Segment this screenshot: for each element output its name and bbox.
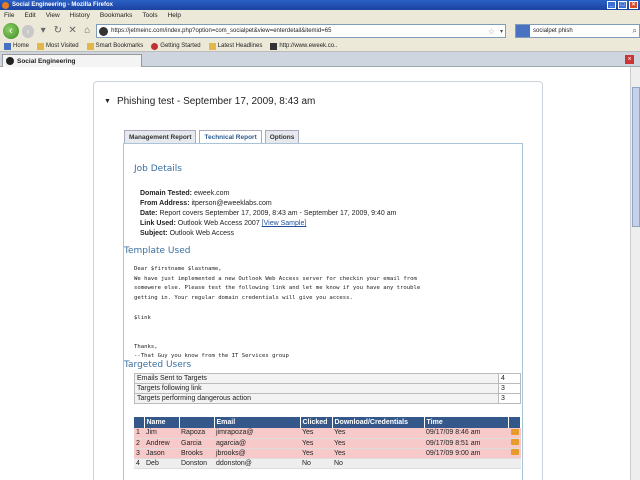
home-icon[interactable]: ⌂ xyxy=(81,25,93,37)
scrollbar-thumb[interactable] xyxy=(632,87,640,227)
col-time[interactable]: Time xyxy=(424,417,509,428)
folder-icon xyxy=(37,42,45,50)
url-bar[interactable]: https://jetmeinc.com/index.php?option=co… xyxy=(96,24,507,38)
summary-row: Targets following link 3 xyxy=(134,383,521,394)
bookmark-latest-headlines[interactable]: Latest Headlines xyxy=(208,42,262,50)
warning-icon[interactable] xyxy=(510,439,519,445)
summary-row: Emails Sent to Targets 4 xyxy=(134,373,521,384)
reload-icon[interactable]: ↻ xyxy=(52,25,64,37)
col-email[interactable]: Email xyxy=(214,417,301,428)
col-flag xyxy=(508,417,521,428)
firefox-icon xyxy=(2,1,9,9)
folder-icon xyxy=(86,42,94,50)
table-row[interactable]: 2 Andrew Garcia agarcia@ Yes Yes 09/17/0… xyxy=(134,438,521,449)
window-title: Social Engineering - Mozilla Firefox xyxy=(12,2,114,8)
url-dropdown-icon[interactable]: ▾ xyxy=(500,28,503,35)
targeted-users-heading: Targeted Users xyxy=(124,360,192,370)
report-panel: ▼ Phishing test - September 17, 2009, 8:… xyxy=(93,81,543,480)
report-date: Date: Report covers September 17, 2009, … xyxy=(140,210,397,217)
history-dropdown-icon[interactable]: ▾ xyxy=(37,25,49,37)
warning-icon[interactable] xyxy=(510,449,519,455)
bookmark-getting-started[interactable]: Getting Started xyxy=(151,42,201,50)
report-tabs: Management Report Technical Report Optio… xyxy=(124,130,300,144)
firefox-bookmark-icon xyxy=(151,42,159,50)
menu-file[interactable]: File xyxy=(4,12,14,19)
template-heading: Template Used xyxy=(124,246,191,256)
bookmarks-toolbar: Home Most Visited Smart Bookmarks Gettin… xyxy=(0,41,640,52)
page-bookmark-icon xyxy=(270,42,278,50)
table-row[interactable]: 3 Jason Brooks jbrooks@ Yes Yes 09/17/09… xyxy=(134,448,521,459)
search-input[interactable]: socialpet phish ⌕ xyxy=(515,24,640,38)
minimize-button[interactable]: _ xyxy=(607,1,616,9)
bookmark-home[interactable]: Home xyxy=(4,42,29,50)
warning-icon[interactable] xyxy=(510,428,519,435)
job-details: Domain Tested: eweek.com From Address: i… xyxy=(140,189,396,239)
template-body: Dear $firstname $lastname, We have just … xyxy=(134,266,421,360)
col-num xyxy=(134,417,145,428)
menu-view[interactable]: View xyxy=(46,12,60,19)
window-titlebar: Social Engineering - Mozilla Firefox _ □… xyxy=(0,0,640,10)
site-favicon xyxy=(99,26,109,36)
menu-help[interactable]: Help xyxy=(168,12,181,19)
tab-technical-report[interactable]: Technical Report xyxy=(199,130,262,144)
collapse-caret-icon[interactable]: ▼ xyxy=(104,98,111,105)
view-sample-link[interactable]: [View Sample] xyxy=(262,220,307,227)
users-header-row: Name Email Clicked Download/Credentials … xyxy=(134,417,521,428)
bookmark-star-icon[interactable]: ☆ xyxy=(488,27,495,36)
menu-history[interactable]: History xyxy=(70,12,90,19)
navigation-toolbar: ‹ › ▾ ↻ ✕ ⌂ https://jetmeinc.com/index.p… xyxy=(0,21,640,41)
bookmark-smart-bookmarks[interactable]: Smart Bookmarks xyxy=(86,42,143,50)
browser-tab-social-engineering[interactable]: Social Engineering xyxy=(2,54,142,67)
search-icon[interactable]: ⌕ xyxy=(633,26,637,36)
job-details-heading: Job Details xyxy=(134,164,182,174)
report-panel-title[interactable]: ▼ Phishing test - September 17, 2009, 8:… xyxy=(104,96,315,107)
maximize-button[interactable]: □ xyxy=(618,1,627,9)
link-used: Link Used: Outlook Web Access 2007 [View… xyxy=(140,220,307,227)
subject: Subject: Outlook Web Access xyxy=(140,230,235,237)
col-clicked[interactable]: Clicked xyxy=(300,417,333,428)
menu-bar: File Edit View History Bookmarks Tools H… xyxy=(0,10,640,21)
window-controls: _ □ × xyxy=(607,1,638,9)
tab-options[interactable]: Options xyxy=(264,130,300,143)
close-tab-icon[interactable]: × xyxy=(625,55,634,64)
table-row[interactable]: 4 Deb Donston ddonston@ No No xyxy=(134,458,521,469)
browser-tab-label: Social Engineering xyxy=(17,57,76,65)
menu-tools[interactable]: Tools xyxy=(142,12,157,19)
tab-favicon xyxy=(6,57,14,65)
col-name[interactable]: Name xyxy=(144,417,180,428)
rss-folder-icon xyxy=(208,42,216,50)
targets-summary-table: Emails Sent to Targets 4 Targets followin… xyxy=(134,373,521,404)
technical-report: Job Details Domain Tested: eweek.com Fro… xyxy=(123,143,523,480)
table-row[interactable]: 1 Jim Rapoza jimrapoza@ Yes Yes 09/17/09… xyxy=(134,428,521,439)
home-bookmark-icon xyxy=(4,42,11,50)
col-last xyxy=(179,417,215,428)
back-button[interactable]: ‹ xyxy=(3,23,19,39)
page-content: ▼ Phishing test - September 17, 2009, 8:… xyxy=(0,67,640,480)
targeted-users-table: Name Email Clicked Download/Credentials … xyxy=(134,417,521,469)
forward-button[interactable]: › xyxy=(21,24,35,38)
tab-management-report[interactable]: Management Report xyxy=(124,130,197,143)
close-window-button[interactable]: × xyxy=(629,1,638,9)
report-title-text: Phishing test - September 17, 2009, 8:43… xyxy=(116,96,316,107)
bookmark-eweek[interactable]: http://www.eweek.co.. xyxy=(270,42,337,50)
search-value: socialpet phish xyxy=(533,28,573,34)
menu-edit[interactable]: Edit xyxy=(24,12,35,19)
vertical-scrollbar[interactable] xyxy=(630,67,640,480)
bookmark-most-visited[interactable]: Most Visited xyxy=(37,42,79,50)
menu-bookmarks[interactable]: Bookmarks xyxy=(100,12,133,19)
from-address: From Address: itperson@eweeklabs.com xyxy=(140,200,272,207)
domain-tested: Domain Tested: eweek.com xyxy=(140,190,230,197)
url-text: https://jetmeinc.com/index.php?option=co… xyxy=(111,28,332,34)
col-download[interactable]: Download/Credentials xyxy=(332,417,425,428)
stop-icon[interactable]: ✕ xyxy=(67,25,79,37)
summary-row: Targets performing dangerous action 3 xyxy=(134,393,521,404)
search-engine-icon[interactable] xyxy=(516,25,531,37)
browser-tab-strip: Social Engineering × xyxy=(0,52,640,67)
